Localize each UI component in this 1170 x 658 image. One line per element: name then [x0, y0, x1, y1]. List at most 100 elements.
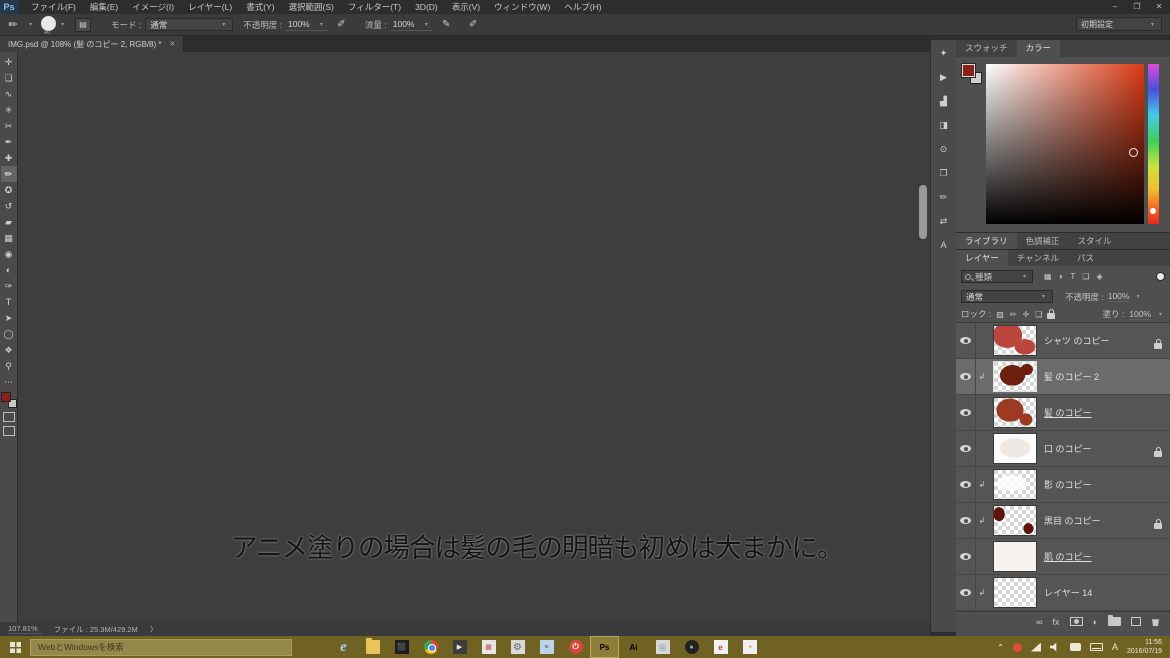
- menu-item[interactable]: 編集(E): [83, 0, 125, 14]
- taskbar-app-grid[interactable]: ▦: [474, 636, 503, 658]
- tool-preset-caret-icon[interactable]: ▾: [29, 21, 32, 28]
- filter-adjustment-icon[interactable]: ◗: [1059, 272, 1064, 281]
- brush-panel-toggle[interactable]: ▤: [75, 18, 91, 32]
- hue-slider-marker[interactable]: [1150, 208, 1156, 214]
- hue-slider[interactable]: [1148, 64, 1159, 224]
- layer-visibility-toggle[interactable]: [956, 395, 976, 431]
- taskbar-app-power[interactable]: ⏻: [561, 636, 590, 658]
- layer-thumbnail[interactable]: [994, 506, 1036, 535]
- menu-item[interactable]: 選択範囲(S): [282, 0, 341, 14]
- menu-item[interactable]: ファイル(F): [24, 0, 83, 14]
- filter-pixel-icon[interactable]: ▦: [1044, 272, 1052, 281]
- lock-all-icon[interactable]: [1047, 313, 1055, 319]
- layer-opacity-value[interactable]: 100%: [1108, 291, 1130, 302]
- layer-name[interactable]: レイヤー 14: [1044, 586, 1092, 599]
- hand-tool[interactable]: ❖: [1, 342, 17, 358]
- taskbar-app-dark[interactable]: ●: [677, 636, 706, 658]
- menu-item[interactable]: 書式(Y): [239, 0, 281, 14]
- taskbar-app-media[interactable]: ▶: [445, 636, 474, 658]
- lock-artboard-icon[interactable]: ❏: [1035, 310, 1042, 319]
- filter-shape-icon[interactable]: ❏: [1082, 272, 1089, 281]
- layer-row[interactable]: 髪 のコピー: [956, 395, 1170, 431]
- workspace-select[interactable]: 初期設定▾: [1076, 17, 1162, 31]
- brush-picker-caret-icon[interactable]: ▾: [61, 21, 64, 28]
- taskbar-app-orange[interactable]: ◔: [735, 636, 764, 658]
- color-swatches[interactable]: [1, 392, 17, 408]
- adjustment-layer-icon[interactable]: ◐: [1093, 617, 1098, 627]
- tray-notification-icon[interactable]: [1013, 643, 1022, 652]
- new-layer-icon[interactable]: [1131, 617, 1141, 626]
- network-icon[interactable]: [1031, 643, 1041, 652]
- color-picker-marker[interactable]: [1129, 148, 1138, 157]
- panel-color-swatches[interactable]: [962, 64, 982, 84]
- tab-カラー[interactable]: カラー: [1017, 40, 1061, 57]
- zoom-level[interactable]: 107.81%: [8, 624, 42, 634]
- dodge-tool[interactable]: ◐: [1, 262, 17, 278]
- layer-thumbnail[interactable]: [994, 434, 1036, 463]
- actions-icon[interactable]: ▶: [936, 72, 952, 85]
- lock-transparent-icon[interactable]: ▨: [996, 310, 1004, 319]
- tab-チャンネル[interactable]: チャンネル: [1008, 250, 1068, 266]
- clock[interactable]: 11:562016/07/19: [1127, 638, 1162, 656]
- layer-effects-icon[interactable]: fx: [1053, 617, 1060, 627]
- tab-ライブラリ[interactable]: ライブラリ: [956, 233, 1017, 249]
- blur-tool[interactable]: ◉: [1, 246, 17, 262]
- menu-item[interactable]: 3D(D): [408, 0, 445, 14]
- lasso-tool[interactable]: ∿: [1, 86, 17, 102]
- link-layers-icon[interactable]: ∞: [1036, 617, 1042, 627]
- menu-item[interactable]: フィルター(T): [341, 0, 408, 14]
- history-brush-tool[interactable]: ↺: [1, 198, 17, 214]
- canvas-vertical-scrollbar[interactable]: [919, 185, 927, 239]
- opacity-value[interactable]: 100%▾: [286, 18, 328, 31]
- minimize-button[interactable]: –: [1104, 0, 1126, 14]
- layer-name[interactable]: 肌 のコピー: [1044, 550, 1092, 563]
- tray-chevron-icon[interactable]: ⌃: [997, 643, 1004, 652]
- filter-type-icon[interactable]: T: [1070, 272, 1075, 281]
- quick-mask-button[interactable]: [3, 412, 15, 422]
- pressure-opacity-icon[interactable]: ✐: [334, 19, 349, 30]
- info-icon[interactable]: ⊙: [936, 144, 952, 157]
- marquee-tool[interactable]: ❏: [1, 70, 17, 86]
- layer-group-icon[interactable]: [1108, 617, 1121, 626]
- move-tool[interactable]: ✛: [1, 54, 17, 70]
- panel-foreground-swatch[interactable]: [962, 64, 975, 77]
- layer-blend-mode-select[interactable]: 通常▾: [961, 290, 1053, 303]
- lock-pixels-icon[interactable]: ✏: [1010, 310, 1017, 319]
- tab-スウォッチ[interactable]: スウォッチ: [956, 40, 1017, 57]
- layer-row[interactable]: ↳ 黒目 のコピー: [956, 503, 1170, 539]
- tool-presets-icon[interactable]: ⇄: [936, 216, 952, 229]
- brush-tool-icon[interactable]: ✏: [0, 18, 26, 31]
- volume-icon[interactable]: [1050, 643, 1061, 652]
- blend-mode-select[interactable]: 通常▾: [145, 18, 233, 31]
- start-button[interactable]: [0, 636, 30, 658]
- taskbar-app-red[interactable]: e: [706, 636, 735, 658]
- eraser-tool[interactable]: ▰: [1, 214, 17, 230]
- pressure-size-icon[interactable]: ✐: [466, 19, 481, 30]
- layer-visibility-toggle[interactable]: [956, 575, 976, 611]
- brush-settings-icon[interactable]: ✦: [936, 48, 952, 61]
- filter-smartobject-icon[interactable]: ◈: [1096, 272, 1102, 281]
- airbrush-icon[interactable]: ✎: [439, 19, 454, 30]
- filter-toggle[interactable]: [1156, 272, 1165, 281]
- layer-mask-icon[interactable]: [1070, 617, 1083, 626]
- tab-スタイル[interactable]: スタイル: [1069, 233, 1121, 249]
- layer-name[interactable]: 影 のコピー: [1044, 478, 1092, 491]
- maximize-button[interactable]: ❐: [1126, 0, 1148, 14]
- layer-row[interactable]: ↳ 髪 のコピー 2: [956, 359, 1170, 395]
- layer-name[interactable]: 髪 のコピー: [1044, 406, 1092, 419]
- taskbar-app-chrome[interactable]: [416, 636, 445, 658]
- menu-item[interactable]: ヘルプ(H): [557, 0, 608, 14]
- menu-item[interactable]: 表示(V): [445, 0, 487, 14]
- close-button[interactable]: ✕: [1148, 0, 1170, 14]
- flow-value[interactable]: 100%▾: [391, 18, 433, 31]
- crop-tool[interactable]: ✂: [1, 118, 17, 134]
- fill-value[interactable]: 100%: [1129, 309, 1151, 320]
- layer-filter-select[interactable]: 種類 ▾: [961, 270, 1033, 283]
- menu-item[interactable]: レイヤー(L): [181, 0, 239, 14]
- clone-source-icon[interactable]: ❐: [936, 168, 952, 181]
- brush-presets-icon[interactable]: ✏: [936, 192, 952, 205]
- saturation-brightness-field[interactable]: [986, 64, 1144, 224]
- status-expand-icon[interactable]: 〉: [150, 624, 158, 635]
- taskbar-app-explorer[interactable]: [358, 636, 387, 658]
- layer-visibility-toggle[interactable]: [956, 431, 976, 467]
